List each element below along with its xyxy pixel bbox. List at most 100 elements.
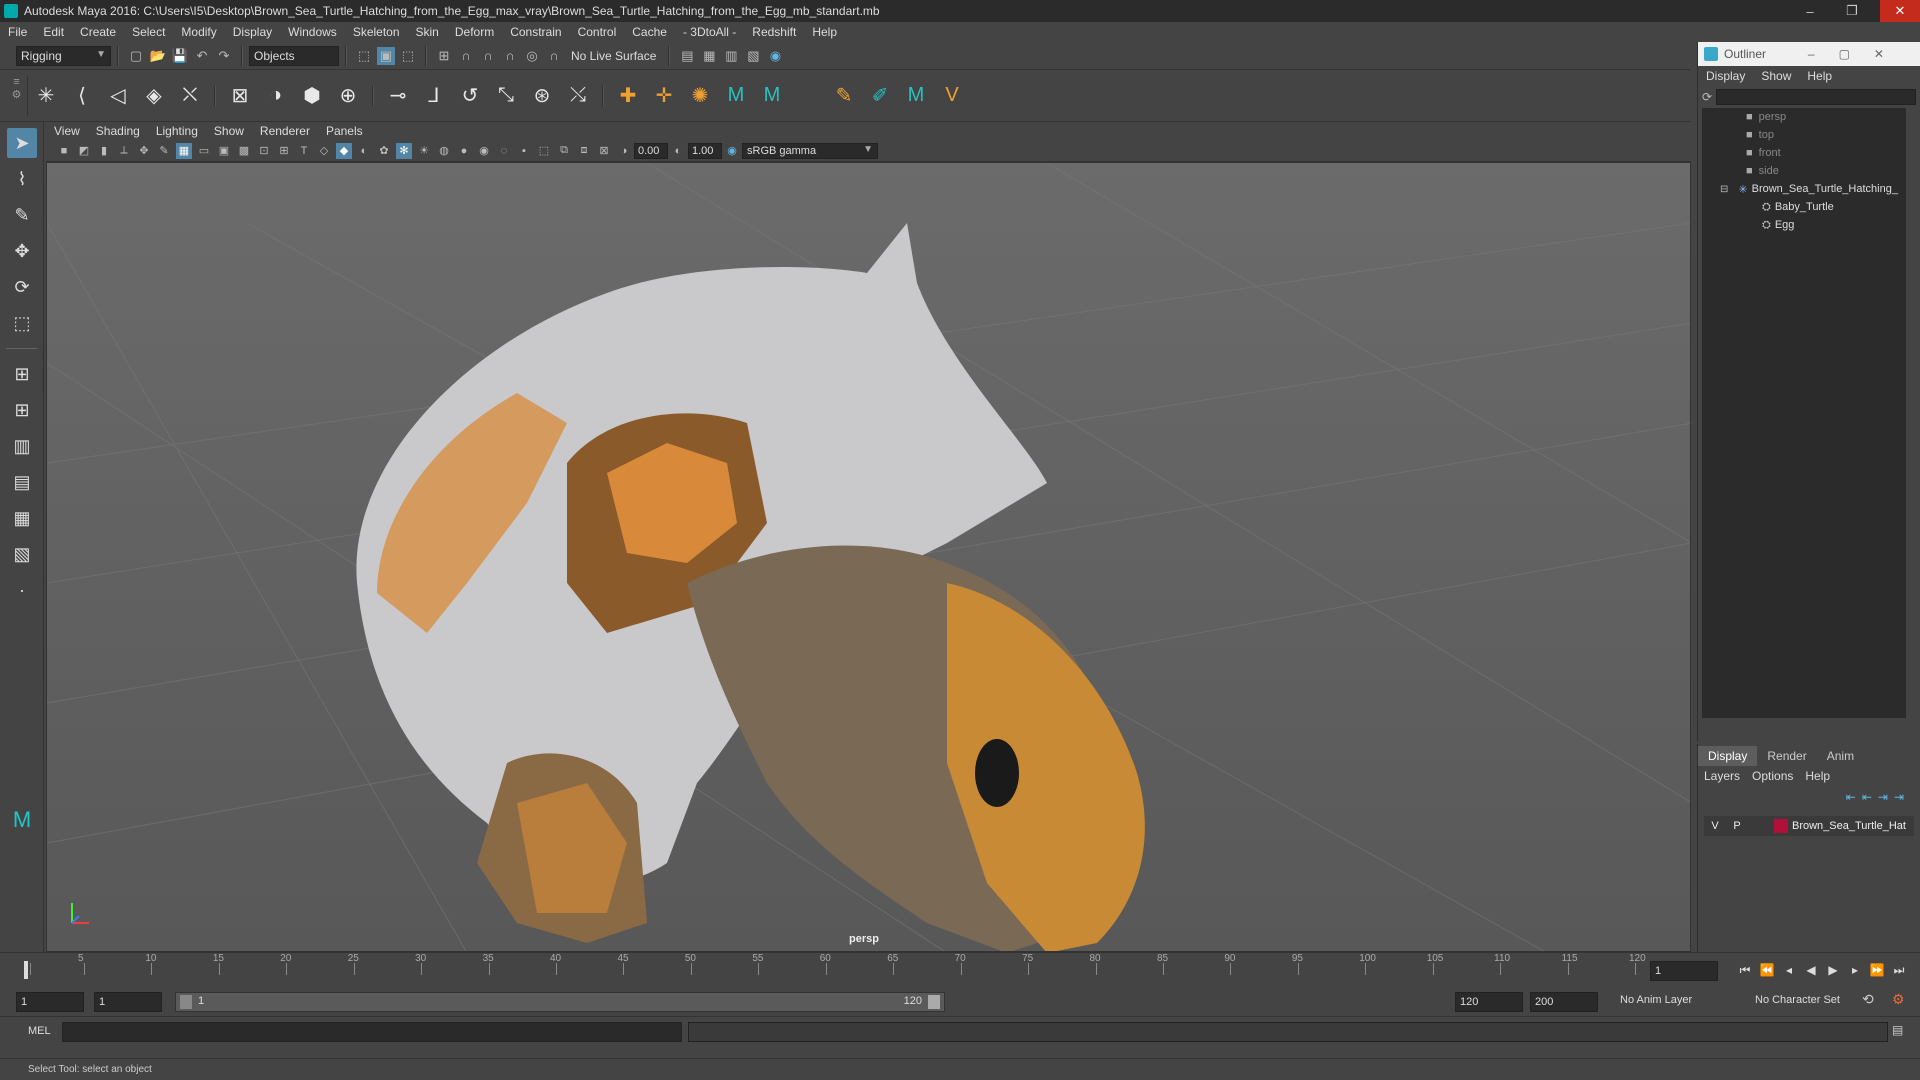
sculpt-icon[interactable]: ✐ (866, 82, 894, 110)
bookmark-icon[interactable]: ▮ (96, 143, 112, 159)
time-slider[interactable]: 5 10 15 20 25 30 35 40 45 50 55 60 65 70 75 80 85 90 95 100… (0, 952, 1920, 988)
wireframe-icon[interactable]: ◇ (316, 143, 332, 159)
single-perspective-layout-icon[interactable]: ⊞ (7, 359, 37, 389)
play-forwards-icon[interactable]: ▶ (1822, 961, 1844, 979)
empty-shelf-slot-icon[interactable] (794, 82, 822, 110)
current-time-indicator[interactable] (24, 961, 28, 979)
render-settings-icon[interactable]: ▧ (744, 47, 762, 65)
step-forward-frame-icon[interactable]: ▸ (1844, 961, 1866, 979)
layer-playback-toggle[interactable]: P (1726, 820, 1748, 832)
smooth-skin-icon[interactable]: ◑ (262, 82, 290, 110)
panel-menu-show[interactable]: Show (206, 124, 252, 138)
shadows-icon[interactable]: ☀ (416, 143, 432, 159)
xray-icon[interactable]: ▪ (516, 143, 532, 159)
menu-control[interactable]: Control (570, 25, 625, 39)
orient-constraint-icon[interactable]: ↺ (456, 82, 484, 110)
resolution-gate-icon[interactable]: ▣ (216, 143, 232, 159)
range-end-handle[interactable] (928, 995, 940, 1009)
layer-action-icons[interactable]: ⇤⇤⇥⇥ (1846, 790, 1910, 804)
menu-skin[interactable]: Skin (408, 25, 447, 39)
use-all-lights-icon[interactable]: ✻ (396, 142, 412, 159)
safe-action-icon[interactable]: ⊞ (276, 143, 292, 159)
save-scene-icon[interactable]: 💾 (171, 47, 189, 65)
hik-icon[interactable]: ✺ (686, 82, 714, 110)
layer-menu-layers[interactable]: Layers (1698, 769, 1746, 783)
menuset-dropdown[interactable]: Rigging ▼ (16, 45, 111, 66)
redo-icon[interactable]: ↷ (215, 47, 233, 65)
image-plane-icon[interactable]: ⟂ (116, 143, 132, 159)
playback-end-field[interactable]: 120 (1455, 992, 1523, 1012)
persp-graph-layout-icon[interactable]: ▥ (7, 431, 37, 461)
collapse-icon[interactable]: ⊟ (1720, 184, 1728, 195)
menu-skeleton[interactable]: Skeleton (345, 25, 408, 39)
mirror-joint-icon[interactable]: ◈ (140, 82, 168, 110)
grease-pencil-icon[interactable]: ✎ (156, 143, 172, 159)
outliner-menu-show[interactable]: Show (1753, 69, 1799, 83)
menu-3dtoall[interactable]: - 3DtoAll - (675, 25, 744, 39)
safe-title-icon[interactable]: T (296, 143, 312, 159)
tree-item-top[interactable]: ■ top (1746, 126, 1774, 144)
selection-mode-dropdown[interactable]: Objects (249, 45, 339, 66)
tree-item-egg[interactable]: ⛭ Egg (1762, 216, 1794, 234)
auto-key-icon[interactable]: ⟲ (1862, 991, 1874, 1008)
animation-start-field[interactable]: 1 (16, 992, 84, 1012)
range-start-handle[interactable] (180, 995, 192, 1009)
xray-joints-icon[interactable]: ⧉ (556, 143, 572, 159)
menu-deform[interactable]: Deform (447, 25, 502, 39)
render-view-icon[interactable]: ▤ (678, 47, 696, 65)
grid-icon[interactable]: ▦ (176, 142, 192, 159)
maya-script-icon[interactable]: M (722, 82, 750, 110)
command-language-label[interactable]: MEL (28, 1025, 51, 1037)
aim-constraint-icon[interactable]: ⊛ (528, 82, 556, 110)
rotate-tool-icon[interactable]: ⟳ (7, 272, 37, 302)
exposure-icon[interactable]: ◑ (616, 143, 632, 159)
layer-visibility-toggle[interactable]: V (1704, 820, 1726, 832)
step-back-frame-icon[interactable]: ◂ (1778, 961, 1800, 979)
colorspace-dropdown[interactable]: sRGB gamma ▼ (742, 142, 878, 159)
step-back-key-icon[interactable]: ⏪ (1756, 961, 1778, 979)
maya-script-3-icon[interactable]: M (902, 82, 930, 110)
outliner-menu-display[interactable]: Display (1698, 69, 1753, 83)
restore-button[interactable]: ❐ (1832, 0, 1872, 22)
pole-vector-icon[interactable]: ⤯ (564, 82, 592, 110)
hypershade-layout-icon[interactable]: ▧ (7, 539, 37, 569)
ik-spline-icon[interactable]: ◁ (104, 82, 132, 110)
live-surface-label[interactable]: No Live Surface (571, 49, 656, 63)
render-frame-icon[interactable]: ▦ (700, 47, 718, 65)
character-set-dropdown[interactable]: No Character Set (1755, 994, 1840, 1006)
script-editor-icon[interactable]: ▤ (1892, 1023, 1903, 1037)
menu-file[interactable]: File (0, 25, 35, 39)
move-tool-icon[interactable]: ✥ (7, 236, 37, 266)
outliner-window-controls[interactable]: –▢✕ (1808, 47, 1908, 61)
gate-mask-icon[interactable]: ▩ (236, 143, 252, 159)
select-component-icon[interactable]: ⬚ (399, 47, 417, 65)
outliner-search-input[interactable] (1716, 89, 1916, 105)
joint-locator-icon[interactable]: ✛ (650, 82, 678, 110)
tab-render[interactable]: Render (1757, 746, 1816, 766)
tab-display[interactable]: Display (1698, 746, 1758, 766)
menu-constrain[interactable]: Constrain (502, 25, 569, 39)
scale-constraint-icon[interactable]: ⤡ (492, 82, 520, 110)
parent-constraint-icon[interactable]: ⊸ (384, 82, 412, 110)
panel-menu-panels[interactable]: Panels (318, 124, 371, 138)
gamma-icon[interactable]: ◐ (670, 143, 686, 159)
tree-item-group[interactable]: ⊟ ✳ Brown_Sea_Turtle_Hatching_ (1720, 180, 1898, 198)
two-d-pan-icon[interactable]: ✥ (136, 143, 152, 159)
hypershade-icon[interactable]: ◉ (766, 47, 784, 65)
textured-icon[interactable]: ✿ (376, 143, 392, 159)
layer-name[interactable]: Brown_Sea_Turtle_Hat (1792, 820, 1906, 832)
camera-attributes-icon[interactable]: ◩ (76, 143, 92, 159)
tree-item-side[interactable]: ■ side (1746, 162, 1779, 180)
tab-anim[interactable]: Anim (1817, 746, 1864, 766)
color-management-icon[interactable]: ◉ (724, 143, 740, 159)
open-scene-icon[interactable]: 📂 (149, 47, 167, 65)
step-forward-key-icon[interactable]: ⏩ (1866, 961, 1888, 979)
wrap-deformer-icon[interactable]: V (938, 82, 966, 110)
motion-blur-icon[interactable]: ● (456, 143, 472, 159)
range-bar[interactable]: 1 120 (175, 992, 945, 1012)
ambient-occlusion-icon[interactable]: ◍ (436, 143, 452, 159)
playback-start-field[interactable]: 1 (94, 992, 162, 1012)
orient-joint-icon[interactable]: ⛌ (176, 82, 204, 110)
snap-view-icon[interactable]: ∩ (501, 47, 519, 65)
cluster-icon[interactable]: ⊕ (334, 82, 362, 110)
